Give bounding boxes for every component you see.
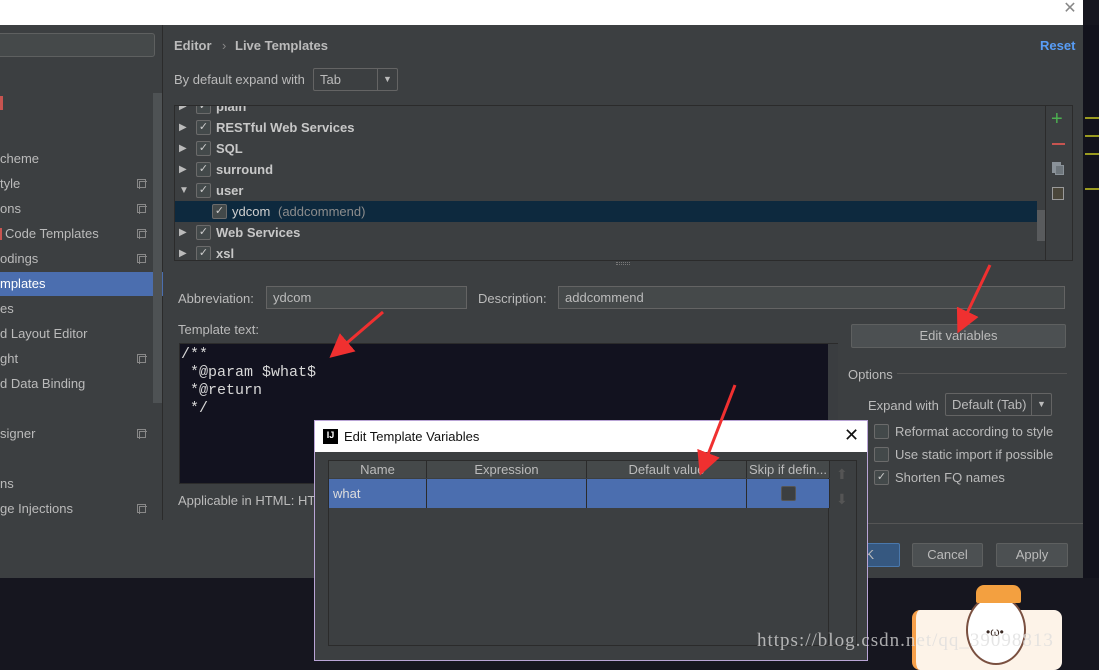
arrow-to-edit-variables [956,264,992,334]
arrow-to-default-value [697,384,737,476]
annotation-arrows [329,264,992,476]
arrow-to-template-text [329,310,384,358]
